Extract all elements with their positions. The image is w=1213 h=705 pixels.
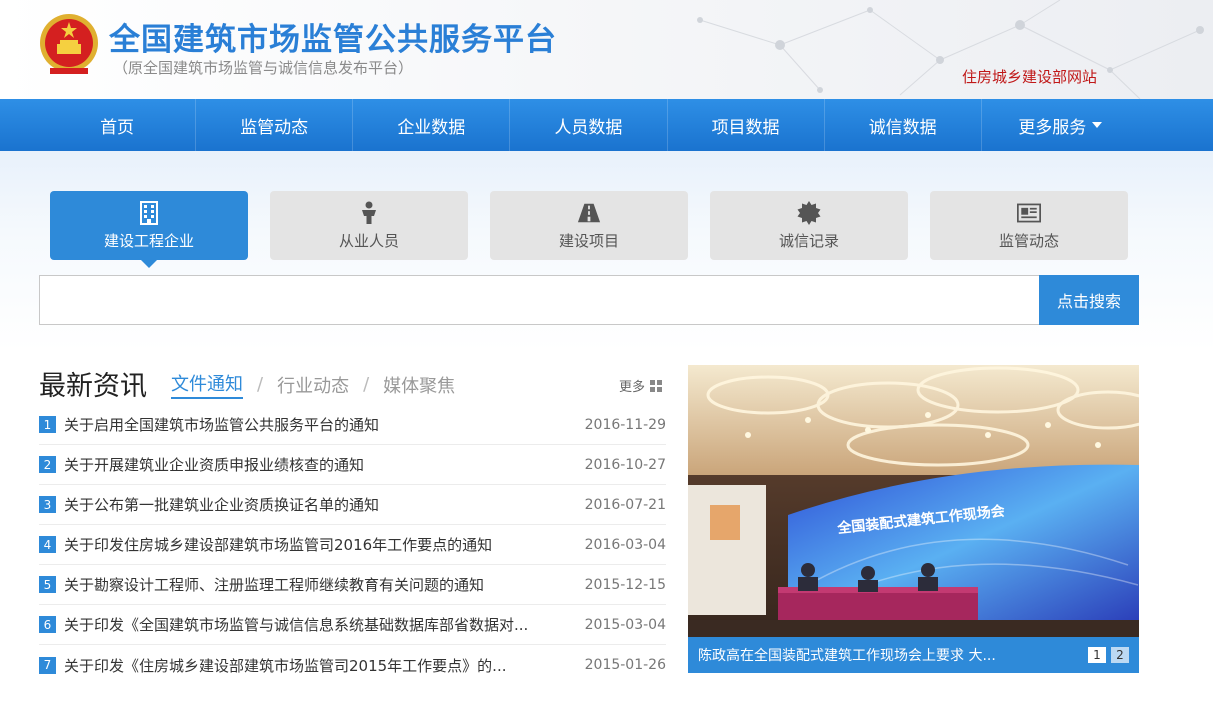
tab-construction-enterprise[interactable]: 建设工程企业	[50, 191, 248, 268]
site-subtitle: （原全国建筑市场监管与诚信信息发布平台）	[113, 59, 414, 77]
list-item[interactable]: 2 关于开展建筑业企业资质申报业绩核查的通知 2016-10-27	[39, 445, 666, 485]
tab-credit-records[interactable]: 诚信记录	[710, 191, 908, 260]
conference-photo: 全国装配式建筑工作现场会	[688, 365, 1139, 673]
search-input[interactable]	[39, 275, 1040, 325]
person-icon	[357, 201, 381, 225]
ministry-website-link[interactable]: 住房城乡建设部网站	[962, 66, 1097, 87]
tab-media-focus[interactable]: 媒体聚焦	[383, 372, 455, 398]
nav-home[interactable]: 首页	[39, 99, 197, 151]
item-number: 1	[39, 416, 56, 433]
item-number: 4	[39, 536, 56, 553]
more-news-link[interactable]: 更多	[619, 376, 663, 395]
item-number: 2	[39, 456, 56, 473]
carousel-pager: 1 2	[1083, 647, 1129, 663]
pager-page-2[interactable]: 2	[1111, 647, 1129, 663]
nav-more-services[interactable]: 更多服务	[982, 99, 1139, 151]
building-icon	[137, 200, 161, 225]
item-date: 2016-11-29	[584, 416, 666, 433]
item-date: 2015-12-15	[584, 576, 666, 593]
site-title: 全国建筑市场监管公共服务平台	[109, 22, 557, 58]
item-title: 关于公布第一批建筑业企业资质换证名单的通知	[64, 496, 380, 514]
caret-down-icon	[1092, 122, 1103, 128]
network-decoration	[697, 0, 1204, 99]
tab-separator: /	[363, 374, 370, 395]
item-title: 关于启用全国建筑市场监管公共服务平台的通知	[64, 416, 380, 434]
road-icon	[577, 201, 601, 225]
nav-supervision-news[interactable]: 监管动态	[196, 99, 354, 151]
tab-practitioners[interactable]: 从业人员	[270, 191, 468, 260]
main-nav: 首页 监管动态 企业数据 人员数据 项目数据 诚信数据 更多服务	[0, 99, 1213, 151]
item-title: 关于印发住房城乡建设部建筑市场监管司2016年工作要点的通知	[64, 536, 493, 554]
news-section-title: 最新资讯	[39, 371, 147, 402]
item-date: 2015-01-26	[584, 657, 666, 673]
tab-construction-projects[interactable]: 建设项目	[490, 191, 688, 260]
tab-industry-news[interactable]: 行业动态	[277, 372, 349, 398]
nav-personnel-data[interactable]: 人员数据	[510, 99, 668, 151]
item-title: 关于印发《住房城乡建设部建筑市场监管司2015年工作要点》的...	[64, 656, 507, 675]
item-number: 7	[39, 656, 56, 674]
item-title: 关于印发《全国建筑市场监管与诚信信息系统基础数据库部省数据对...	[64, 616, 529, 634]
tab-separator: /	[257, 374, 264, 395]
news-list: 1 关于启用全国建筑市场监管公共服务平台的通知 2016-11-29 2 关于开…	[39, 405, 666, 685]
list-item[interactable]: 7 关于印发《住房城乡建设部建筑市场监管司2015年工作要点》的... 2015…	[39, 645, 666, 685]
photo-caption[interactable]: 陈政高在全国装配式建筑工作现场会上要求 大...	[698, 645, 1083, 665]
news-photo-carousel[interactable]: 全国装配式建筑工作现场会 陈政高在全国装配式建筑工作现场会上要求 大... 1 …	[688, 365, 1139, 673]
list-item[interactable]: 3 关于公布第一批建筑业企业资质换证名单的通知 2016-07-21	[39, 485, 666, 525]
nav-enterprise-data[interactable]: 企业数据	[353, 99, 511, 151]
list-item[interactable]: 1 关于启用全国建筑市场监管公共服务平台的通知 2016-11-29	[39, 405, 666, 445]
seal-icon	[797, 200, 821, 225]
item-number: 3	[39, 496, 56, 513]
photo-caption-bar: 陈政高在全国装配式建筑工作现场会上要求 大... 1 2	[688, 637, 1139, 673]
pager-page-1[interactable]: 1	[1088, 647, 1106, 663]
item-title: 关于开展建筑业企业资质申报业绩核查的通知	[64, 456, 365, 474]
nav-project-data[interactable]: 项目数据	[668, 99, 825, 151]
item-number: 5	[39, 576, 56, 593]
nav-credit-data[interactable]: 诚信数据	[825, 99, 982, 151]
item-number: 6	[39, 616, 56, 633]
list-item[interactable]: 4 关于印发住房城乡建设部建筑市场监管司2016年工作要点的通知 2016-03…	[39, 525, 666, 565]
list-item[interactable]: 5 关于勘察设计工程师、注册监理工程师继续教育有关问题的通知 2015-12-1…	[39, 565, 666, 605]
item-date: 2016-10-27	[584, 456, 666, 473]
national-emblem-icon	[40, 14, 98, 74]
news-tabs: 文件通知 / 行业动态 / 媒体聚焦	[171, 370, 455, 399]
search-button[interactable]: 点击搜索	[1039, 275, 1139, 325]
grid-icon	[650, 379, 663, 392]
item-date: 2015-03-04	[584, 616, 666, 633]
tab-supervision-news[interactable]: 监管动态	[930, 191, 1128, 260]
tab-file-notices[interactable]: 文件通知	[171, 370, 243, 399]
newspaper-icon	[1017, 201, 1041, 225]
list-item[interactable]: 6 关于印发《全国建筑市场监管与诚信信息系统基础数据库部省数据对... 2015…	[39, 605, 666, 645]
item-title: 关于勘察设计工程师、注册监理工程师继续教育有关问题的通知	[64, 576, 485, 594]
site-header: 全国建筑市场监管公共服务平台 （原全国建筑市场监管与诚信信息发布平台） 住房城乡…	[0, 0, 1213, 99]
item-date: 2016-03-04	[584, 536, 666, 553]
item-date: 2016-07-21	[584, 496, 666, 513]
